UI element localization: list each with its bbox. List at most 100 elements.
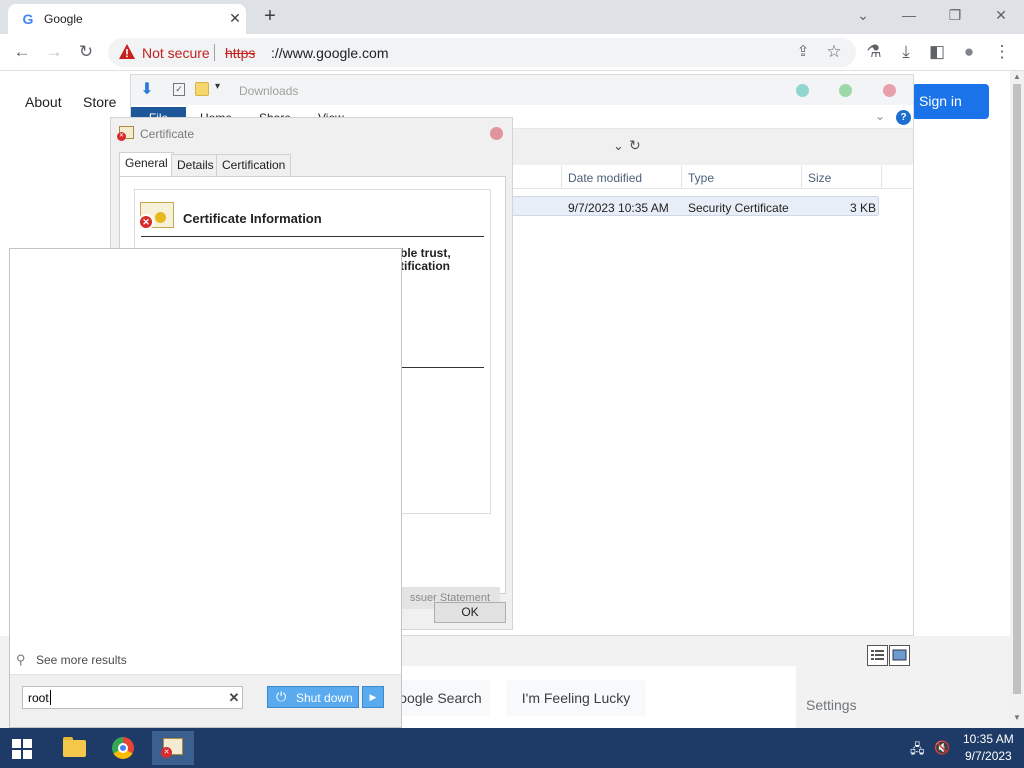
start-search-input[interactable]: root ✕ <box>22 686 243 709</box>
restore-button[interactable]: ❐ <box>932 4 978 28</box>
address-history-chevron-icon[interactable]: ⌄ <box>613 138 624 154</box>
download-icon[interactable]: ⤓ <box>893 40 919 64</box>
tab-search-button[interactable]: ⌄ <box>840 4 886 28</box>
explorer-minimize-button[interactable] <box>796 84 809 97</box>
taskbar-chrome[interactable] <box>102 731 144 765</box>
windows-logo-icon <box>23 739 32 748</box>
warning-icon[interactable] <box>118 43 136 61</box>
certificate-error-icon: ✕ <box>138 202 174 230</box>
address-bar[interactable]: Not secure https ://www.google.com ⇪ ☆ <box>108 38 856 67</box>
volume-muted-icon[interactable]: 🔇 <box>934 740 952 756</box>
column-divider[interactable] <box>881 165 882 189</box>
certificate-info-heading: Certificate Information <box>183 211 322 226</box>
scrollbar-thumb[interactable] <box>1013 84 1021 694</box>
tab-title: Google <box>44 12 83 26</box>
new-folder-icon[interactable] <box>195 82 209 96</box>
clock-time[interactable]: 10:35 AM <box>963 732 1014 746</box>
chrome-menu-icon[interactable]: ⋮ <box>989 40 1015 64</box>
windows-logo-icon <box>12 739 21 748</box>
scroll-up-arrow-icon[interactable]: ▲ <box>1012 72 1022 82</box>
search-query-text: root <box>28 691 49 705</box>
windows-logo-icon <box>12 750 21 759</box>
explorer-titlebar: ⬇ ✓ ▾ Downloads <box>131 75 913 105</box>
chrome-icon <box>112 737 134 759</box>
side-panel-icon[interactable]: ◧ <box>924 40 950 64</box>
share-icon[interactable]: ⇪ <box>790 40 816 64</box>
minimize-button[interactable]: — <box>886 4 932 28</box>
file-type: Security Certificate <box>688 201 789 215</box>
window-close-button[interactable]: ✕ <box>978 4 1024 28</box>
clock-date[interactable]: 9/7/2023 <box>965 749 1012 763</box>
seal-icon <box>155 212 166 223</box>
forward-button[interactable]: → <box>41 40 67 64</box>
dialog-close-button[interactable] <box>490 127 503 140</box>
taskbar-file-explorer[interactable] <box>54 731 96 765</box>
column-divider[interactable] <box>561 165 562 189</box>
file-date-modified: 9/7/2023 10:35 AM <box>568 201 669 215</box>
column-size[interactable]: Size <box>808 171 831 185</box>
taskbar: ✕ 🖧 🔇 10:35 AM 9/7/2023 <box>0 728 1024 768</box>
browser-tab-strip: G Google ✕ + ⌄ — ❐ ✕ <box>0 0 1024 34</box>
browser-tab[interactable]: G Google ✕ <box>8 4 246 34</box>
not-secure-label[interactable]: Not secure <box>142 45 210 61</box>
google-about-link[interactable]: About <box>25 94 62 110</box>
clear-search-icon[interactable]: ✕ <box>226 688 242 707</box>
ok-button[interactable]: OK <box>434 602 506 623</box>
downloads-arrow-icon: ⬇ <box>140 81 154 98</box>
url-scheme: https <box>225 45 256 61</box>
column-divider[interactable] <box>681 165 682 189</box>
network-icon[interactable]: 🖧 <box>910 740 928 756</box>
text-caret <box>50 690 51 705</box>
certificate-warning-text: ble trust, <box>400 246 451 260</box>
search-magnifier-icon: ⚲ <box>16 652 26 667</box>
google-store-link[interactable]: Store <box>83 94 116 110</box>
tab-close-icon[interactable]: ✕ <box>226 9 244 27</box>
browser-toolbar: ← → ↻ Not secure https ://www.google.com… <box>0 34 1024 71</box>
tab-details[interactable]: Details <box>171 154 220 176</box>
view-toggle-icons[interactable] <box>867 645 911 667</box>
power-icon: ⏻ <box>276 689 287 704</box>
file-size: 3 KB <box>850 201 877 215</box>
windows-start-button[interactable] <box>12 739 32 759</box>
heading-divider <box>141 236 484 237</box>
error-x-icon: ✕ <box>117 132 126 141</box>
file-row[interactable]: 9/7/2023 10:35 AM Security Certificate 3… <box>511 196 879 216</box>
new-tab-button[interactable]: + <box>258 5 282 29</box>
back-button[interactable]: ← <box>9 40 35 64</box>
shut-down-button[interactable]: ⏻ Shut down <box>267 686 359 708</box>
column-type[interactable]: Type <box>688 171 714 185</box>
column-divider[interactable] <box>801 165 802 189</box>
taskbar-certificate[interactable]: ✕ <box>152 731 194 765</box>
start-menu: ⚲ See more results root ✕ ⏻ Shut down ▶ <box>9 248 402 728</box>
tab-general[interactable]: General <box>119 152 174 176</box>
dialog-title: Certificate <box>140 127 195 141</box>
explorer-close-button[interactable] <box>883 84 896 97</box>
quick-access-dropdown-icon[interactable]: ▾ <box>215 81 220 92</box>
ribbon-expand-chevron-icon[interactable]: ⌄ <box>875 109 885 123</box>
url-text: ://www.google.com <box>271 45 389 61</box>
shut-down-options-arrow-icon[interactable]: ▶ <box>362 686 384 708</box>
scroll-down-arrow-icon[interactable]: ▼ <box>1012 713 1022 723</box>
shut-down-label: Shut down <box>296 691 353 705</box>
omnibox-divider <box>214 44 215 61</box>
chrome-icon-center <box>118 743 128 753</box>
refresh-icon[interactable]: ↻ <box>629 137 641 154</box>
windows-logo-icon <box>23 750 32 759</box>
explorer-maximize-button[interactable] <box>839 84 852 97</box>
google-favicon-icon: G <box>22 11 34 27</box>
tab-certification-path[interactable]: Certification Path <box>216 154 292 192</box>
properties-check-icon[interactable]: ✓ <box>173 83 185 96</box>
reload-button[interactable]: ↻ <box>73 40 99 64</box>
folder-icon <box>63 740 86 757</box>
feeling-lucky-button[interactable]: I'm Feeling Lucky <box>506 680 646 716</box>
certificate-warning-text: tification <box>400 259 450 273</box>
labs-flask-icon[interactable]: ⚗ <box>861 40 887 64</box>
help-icon[interactable]: ? <box>896 110 911 125</box>
column-date-modified[interactable]: Date modified <box>568 171 642 185</box>
error-x-icon: ✕ <box>161 747 172 758</box>
profile-avatar-icon[interactable]: ● <box>956 40 982 64</box>
section-divider <box>401 367 484 368</box>
sign-in-button[interactable]: Sign in <box>912 84 989 119</box>
bookmark-star-icon[interactable]: ☆ <box>821 40 847 64</box>
google-settings-link[interactable]: Settings <box>806 697 857 713</box>
